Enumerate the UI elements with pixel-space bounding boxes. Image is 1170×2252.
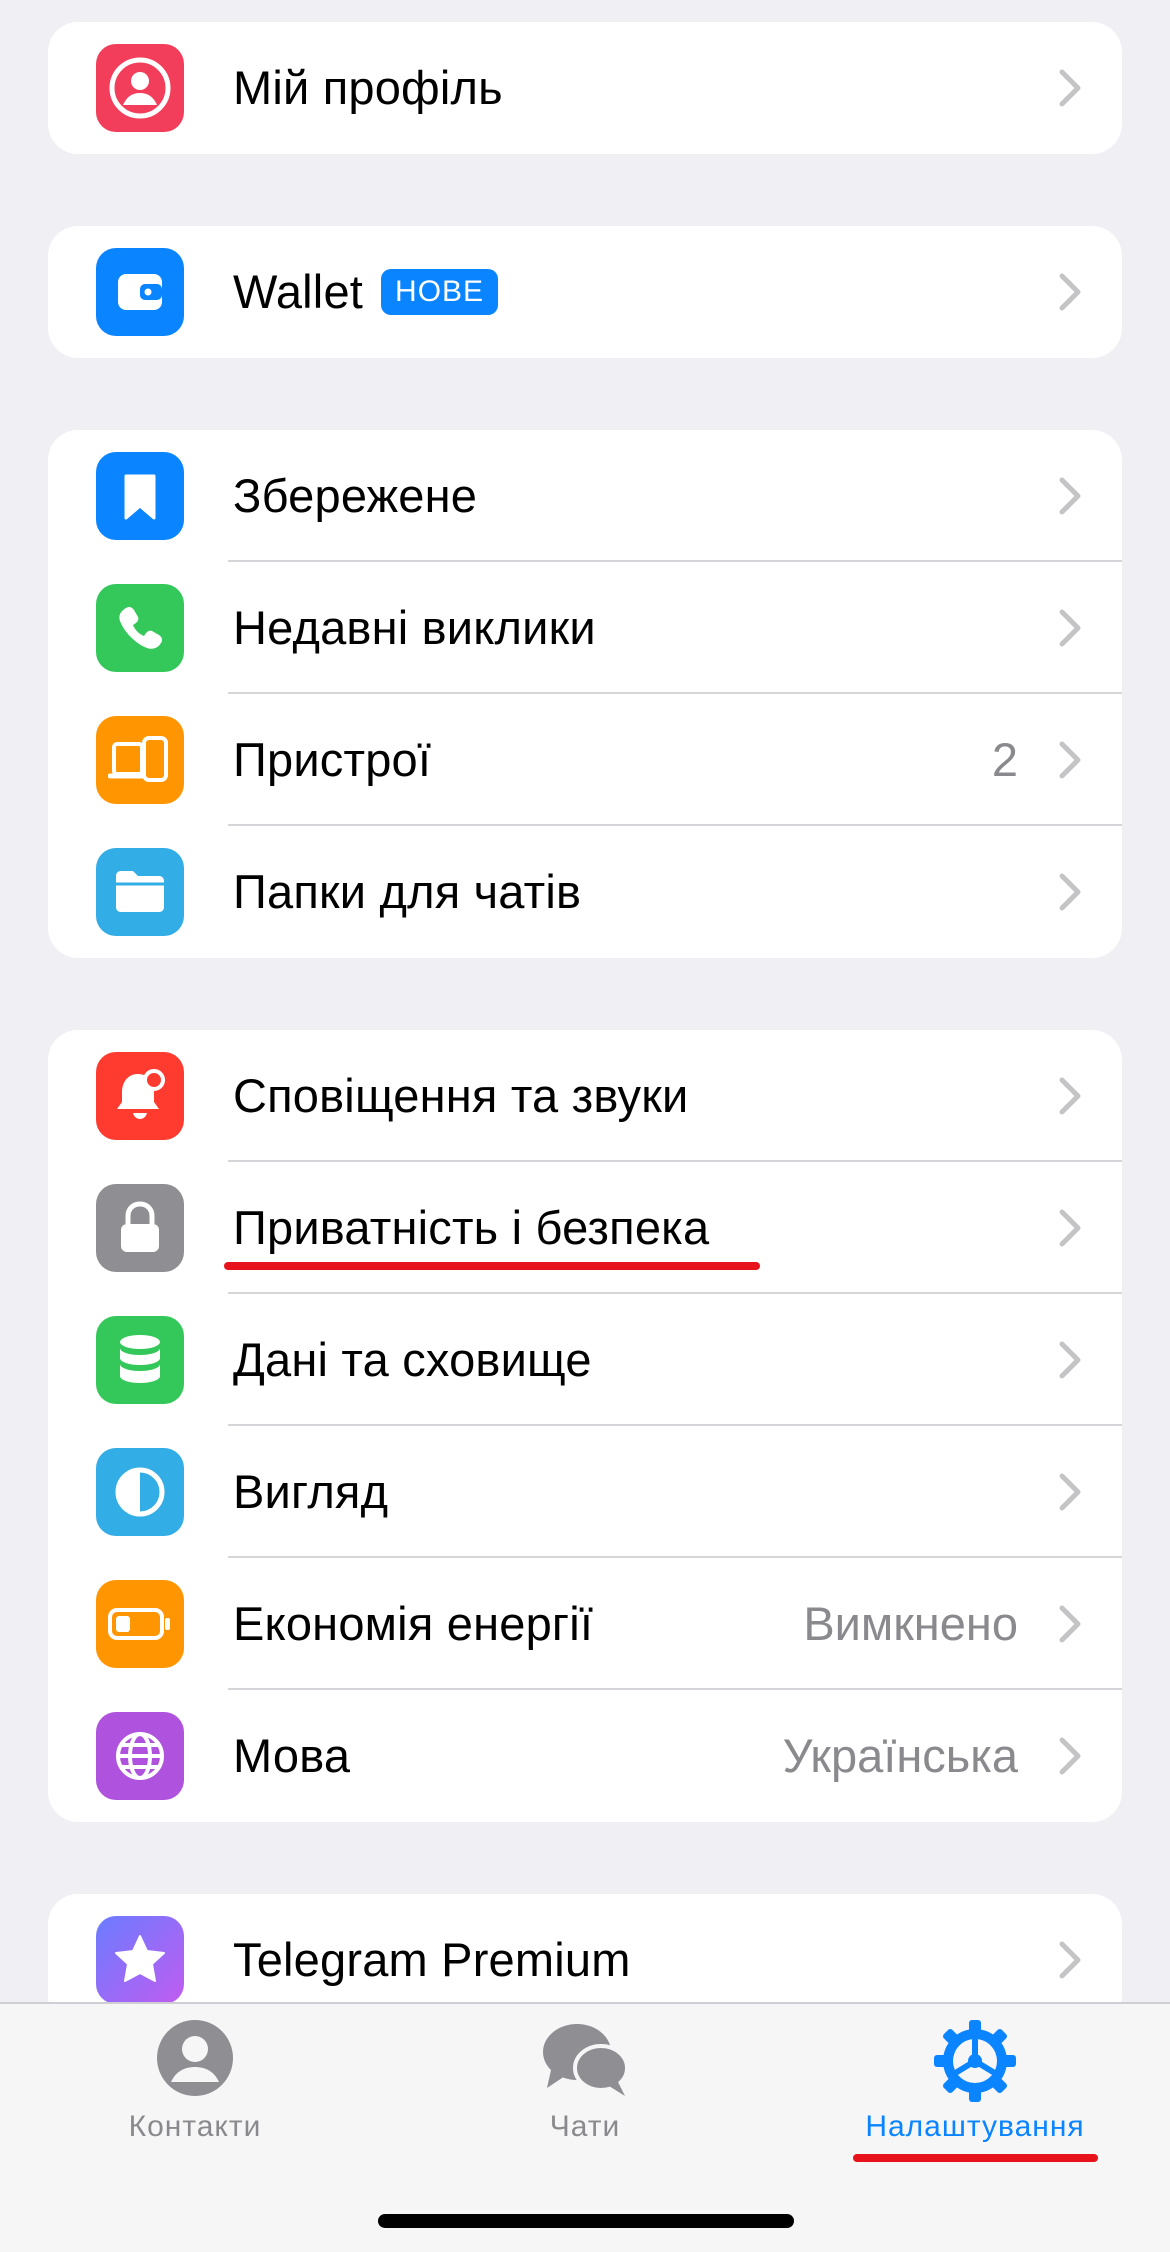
bookmark-icon xyxy=(96,452,184,540)
chevron-right-icon xyxy=(1059,273,1081,311)
globe-icon xyxy=(96,1712,184,1800)
new-badge: НОВЕ xyxy=(381,268,499,315)
wallet-group: Wallet НОВЕ xyxy=(48,226,1122,358)
chevron-right-icon xyxy=(1059,69,1081,107)
privacy-highlight-underline xyxy=(224,1262,760,1270)
chevron-right-icon xyxy=(1059,1077,1081,1115)
recent-calls-label: Недавні виклики xyxy=(233,601,596,654)
appearance-row[interactable]: Вигляд xyxy=(48,1426,1122,1558)
tab-settings[interactable]: Налаштування xyxy=(825,2004,1125,2204)
tab-chats-label: Чати xyxy=(549,2110,621,2143)
language-label: Мова xyxy=(233,1729,351,1782)
chevron-right-icon xyxy=(1059,1737,1081,1775)
phone-icon xyxy=(96,584,184,672)
appearance-label: Вигляд xyxy=(233,1465,389,1518)
chat-folders-row[interactable]: Папки для чатів xyxy=(48,826,1122,958)
power-saving-row[interactable]: Економія енергії Вимкнено xyxy=(48,1558,1122,1690)
tab-contacts[interactable]: Контакти xyxy=(45,2004,345,2204)
chevron-right-icon xyxy=(1059,873,1081,911)
notifications-row[interactable]: Сповіщення та звуки xyxy=(48,1030,1122,1162)
language-value: Українська xyxy=(782,1729,1018,1782)
chat-folders-label: Папки для чатів xyxy=(233,865,582,918)
database-icon xyxy=(96,1316,184,1404)
wallet-row[interactable]: Wallet НОВЕ xyxy=(48,226,1122,358)
data-storage-label: Дані та сховище xyxy=(233,1333,592,1386)
devices-count: 2 xyxy=(991,733,1018,786)
devices-icon xyxy=(96,716,184,804)
features-group: Збережене Недавні виклики Пристрої 2 Пап… xyxy=(48,430,1122,958)
folder-icon xyxy=(96,848,184,936)
my-profile-label: Мій профіль xyxy=(233,61,503,114)
star-icon xyxy=(96,1916,184,2004)
privacy-row[interactable]: Приватність і безпека xyxy=(48,1162,1122,1294)
wallet-icon xyxy=(96,248,184,336)
privacy-label: Приватність і безпека xyxy=(233,1201,710,1254)
chevron-right-icon xyxy=(1059,477,1081,515)
contacts-icon xyxy=(157,2020,233,2096)
bell-icon xyxy=(96,1052,184,1140)
my-profile-row[interactable]: Мій профіль xyxy=(48,22,1122,154)
lock-icon xyxy=(96,1184,184,1272)
battery-icon xyxy=(96,1580,184,1668)
devices-label: Пристрої xyxy=(233,733,432,786)
chevron-right-icon xyxy=(1059,741,1081,779)
chevron-right-icon xyxy=(1059,1473,1081,1511)
power-saving-value: Вимкнено xyxy=(803,1597,1018,1650)
gear-icon xyxy=(934,2020,1016,2102)
saved-row[interactable]: Збережене xyxy=(48,430,1122,562)
settings-group: Сповіщення та звуки Приватність і безпек… xyxy=(48,1030,1122,1822)
tab-chats[interactable]: Чати xyxy=(435,2004,735,2204)
data-storage-row[interactable]: Дані та сховище xyxy=(48,1294,1122,1426)
chevron-right-icon xyxy=(1059,1341,1081,1379)
saved-label: Збережене xyxy=(233,469,478,522)
chevron-right-icon xyxy=(1059,609,1081,647)
home-indicator[interactable] xyxy=(378,2214,794,2228)
wallet-label: Wallet НОВЕ xyxy=(233,226,499,358)
chats-icon xyxy=(543,2024,629,2096)
recent-calls-row[interactable]: Недавні виклики xyxy=(48,562,1122,694)
settings-tab-highlight-underline xyxy=(853,2154,1098,2162)
power-saving-label: Економія енергії xyxy=(233,1597,594,1650)
profile-group: Мій профіль xyxy=(48,22,1122,154)
chevron-right-icon xyxy=(1059,1209,1081,1247)
chevron-right-icon xyxy=(1059,1941,1081,1979)
devices-row[interactable]: Пристрої 2 xyxy=(48,694,1122,826)
language-row[interactable]: Мова Українська xyxy=(48,1690,1122,1822)
notifications-label: Сповіщення та звуки xyxy=(233,1069,689,1122)
contrast-icon xyxy=(96,1448,184,1536)
chevron-right-icon xyxy=(1059,1605,1081,1643)
tab-contacts-label: Контакти xyxy=(128,2110,262,2143)
person-icon xyxy=(96,44,184,132)
tab-settings-label: Налаштування xyxy=(865,2110,1085,2143)
